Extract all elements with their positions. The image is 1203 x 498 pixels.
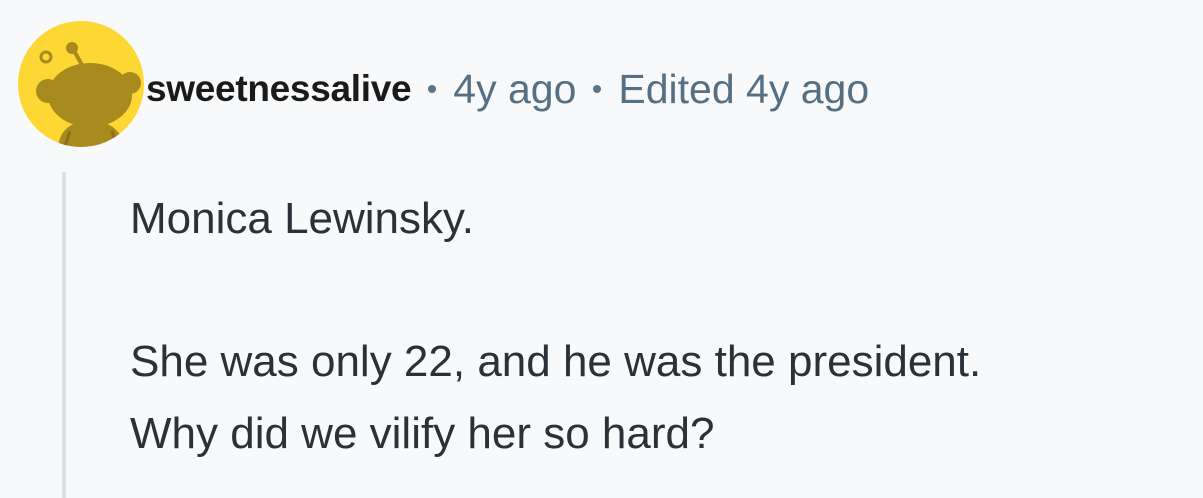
avatar[interactable] [18,21,144,147]
comment-line: Why did we vilify her so hard? [130,409,715,458]
comment-header: sweetnessalive 4y ago Edited 4y ago [146,64,869,114]
comment-line: She was only 22, and he was the presiden… [130,337,982,386]
timestamp[interactable]: 4y ago [453,66,576,113]
comment-paragraph: She was only 22, and he was the presiden… [130,326,981,470]
comment: sweetnessalive 4y ago Edited 4y ago Moni… [0,0,1203,498]
username-link[interactable]: sweetnessalive [146,68,412,110]
separator-dot [593,85,602,93]
comment-paragraph: Monica Lewinsky. [130,194,474,243]
thread-line[interactable] [62,172,66,498]
reddit-snoo-icon [36,42,141,147]
separator-dot [428,85,437,93]
edited-timestamp: Edited 4y ago [618,65,870,112]
